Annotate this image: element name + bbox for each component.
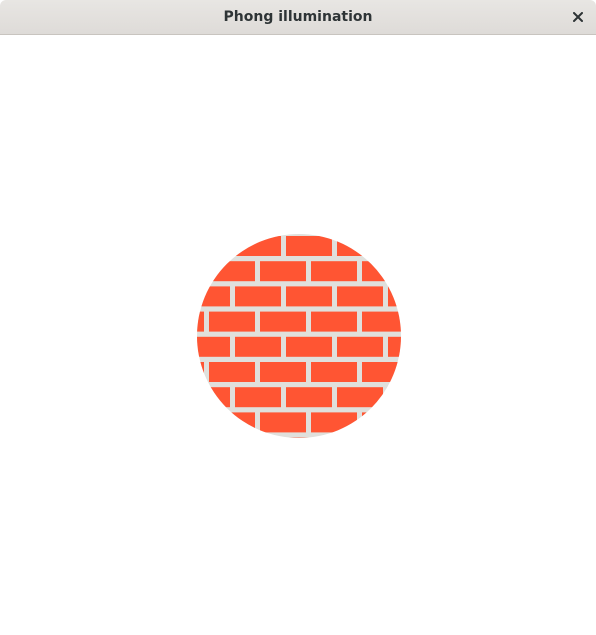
render-canvas[interactable] (0, 35, 596, 635)
brick (197, 261, 204, 282)
brick (235, 236, 281, 256)
brick (235, 336, 281, 357)
brick (286, 336, 332, 357)
brick (197, 311, 204, 332)
brick (337, 336, 383, 357)
brick-textured-sphere (197, 234, 401, 438)
brick (337, 387, 383, 408)
brick (311, 311, 357, 332)
brick (311, 412, 357, 433)
brick (362, 261, 401, 282)
brick (388, 236, 401, 256)
brick (235, 286, 281, 307)
brick (197, 387, 230, 408)
close-icon (573, 12, 583, 22)
brick (388, 336, 401, 357)
brick (388, 286, 401, 307)
brick (197, 412, 204, 433)
brick (197, 286, 230, 307)
brick (209, 261, 255, 282)
brick (260, 311, 306, 332)
brick (286, 286, 332, 307)
brick (286, 236, 332, 256)
brick (260, 261, 306, 282)
brick (362, 311, 401, 332)
brick (209, 362, 255, 382)
title-bar[interactable]: Phong illumination (0, 0, 596, 35)
brick (311, 362, 357, 382)
brick (337, 236, 383, 256)
brick (337, 286, 383, 307)
window-title: Phong illumination (223, 9, 373, 25)
brick (235, 387, 281, 408)
brick (388, 387, 401, 408)
app-window: Phong illumination (0, 0, 596, 635)
brick (311, 261, 357, 282)
brick (197, 336, 230, 357)
brick (286, 387, 332, 408)
brick (197, 236, 230, 256)
close-button[interactable] (566, 5, 590, 29)
brick (362, 362, 401, 382)
brick (209, 412, 255, 433)
brick (362, 412, 401, 433)
brick (209, 311, 255, 332)
brick (260, 412, 306, 433)
brick (260, 362, 306, 382)
brick (197, 362, 204, 382)
